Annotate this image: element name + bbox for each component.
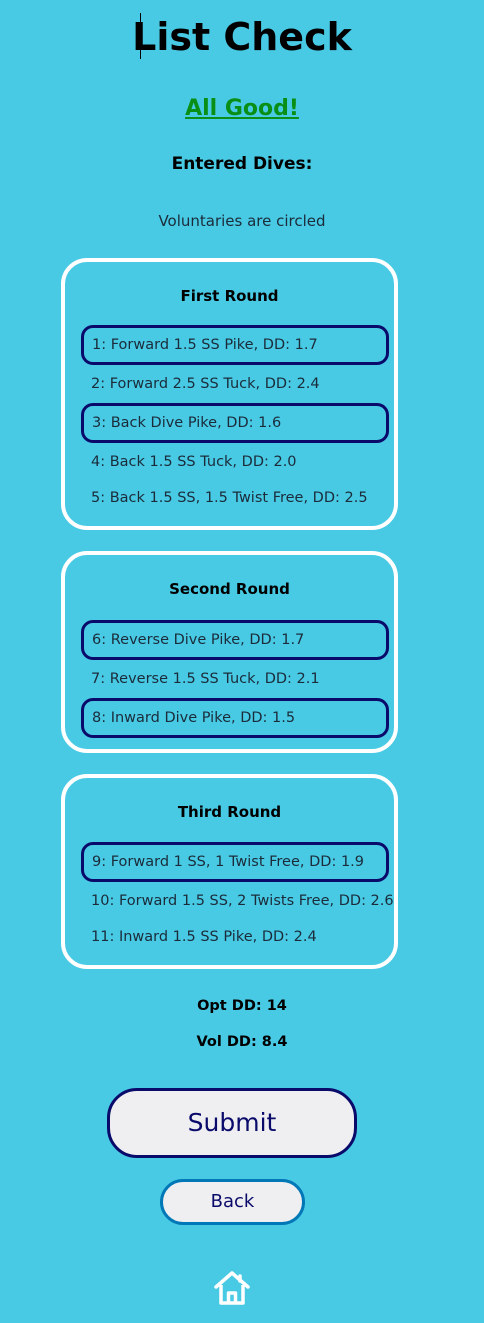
dive-item-voluntary: 1: Forward 1.5 SS Pike, DD: 1.7 — [81, 325, 389, 365]
dive-item: 2: Forward 2.5 SS Tuck, DD: 2.4 — [91, 376, 320, 392]
submit-button[interactable]: Submit — [107, 1088, 357, 1158]
dive-item: 5: Back 1.5 SS, 1.5 Twist Free, DD: 2.5 — [91, 490, 368, 506]
page-title: List Check — [132, 15, 352, 59]
round-card-third: Third Round 9: Forward 1 SS, 1 Twist Fre… — [61, 774, 398, 969]
dive-item: 10: Forward 1.5 SS, 2 Twists Free, DD: 2… — [91, 893, 394, 909]
back-button[interactable]: Back — [160, 1179, 305, 1225]
dive-item: 7: Reverse 1.5 SS Tuck, DD: 2.1 — [91, 671, 320, 687]
round-title: Third Round — [177, 803, 282, 821]
home-icon[interactable] — [212, 1270, 252, 1306]
dive-item-voluntary: 9: Forward 1 SS, 1 Twist Free, DD: 1.9 — [81, 842, 389, 882]
home-icon-graphic — [214, 1271, 250, 1305]
list-check-page: List Check All Good! Entered Dives: Volu… — [0, 0, 484, 1323]
dive-item-voluntary: 6: Reverse Dive Pike, DD: 1.7 — [81, 620, 389, 660]
dive-item-voluntary: 3: Back Dive Pike, DD: 1.6 — [81, 403, 389, 443]
vol-dd-total: Vol DD: 8.4 — [196, 1034, 288, 1050]
dive-item: 11: Inward 1.5 SS Pike, DD: 2.4 — [91, 929, 317, 945]
round-card-second: Second Round 6: Reverse Dive Pike, DD: 1… — [61, 551, 398, 753]
round-card-first: First Round 1: Forward 1.5 SS Pike, DD: … — [61, 258, 398, 530]
voluntaries-note: Voluntaries are circled — [158, 212, 326, 230]
round-title: Second Round — [169, 580, 290, 598]
dive-item: 4: Back 1.5 SS Tuck, DD: 2.0 — [91, 454, 297, 470]
opt-dd-total: Opt DD: 14 — [197, 998, 287, 1014]
round-title: First Round — [180, 287, 279, 305]
entered-dives-heading: Entered Dives: — [171, 154, 313, 174]
dive-item-voluntary: 8: Inward Dive Pike, DD: 1.5 — [81, 698, 389, 738]
status-link[interactable]: All Good! — [0, 94, 484, 124]
